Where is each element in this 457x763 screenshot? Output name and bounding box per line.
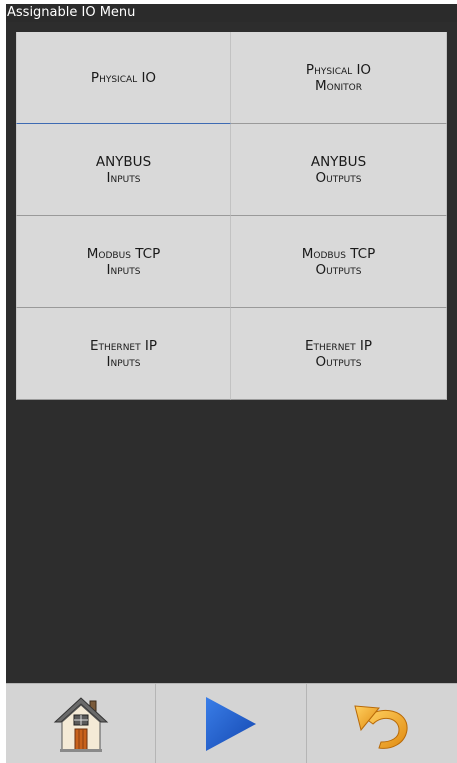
button-label-line1: ANYBUS — [95, 153, 152, 170]
io-menu-grid: Physical IO Physical IO Monitor ANYBUS I… — [16, 32, 447, 400]
button-label-line1: Modbus TCP — [301, 245, 376, 262]
button-label-line1: ANYBUS — [310, 153, 367, 170]
ethernet-ip-outputs-button[interactable]: Ethernet IP Outputs — [231, 308, 447, 400]
play-icon — [203, 695, 259, 753]
button-label-line1: Modbus TCP — [86, 245, 161, 262]
button-label-line1: Physical IO — [305, 61, 372, 78]
anybus-outputs-button[interactable]: ANYBUS Outputs — [231, 124, 447, 216]
ethernet-ip-inputs-button[interactable]: Ethernet IP Inputs — [16, 308, 231, 400]
app-window: Assignable IO Menu Physical IO Physical … — [6, 4, 457, 763]
physical-io-button[interactable]: Physical IO — [16, 32, 231, 124]
undo-icon — [351, 696, 413, 752]
button-label-line2: Inputs — [106, 261, 141, 278]
button-label-line2: Outputs — [315, 261, 362, 278]
modbus-tcp-inputs-button[interactable]: Modbus TCP Inputs — [16, 216, 231, 308]
home-button[interactable] — [6, 683, 155, 763]
button-label-line1: Physical IO — [90, 69, 157, 86]
bottom-toolbar — [6, 683, 457, 763]
button-label-line2: Outputs — [315, 169, 362, 186]
physical-io-monitor-button[interactable]: Physical IO Monitor — [231, 32, 447, 124]
home-icon — [52, 695, 110, 753]
anybus-inputs-button[interactable]: ANYBUS Inputs — [16, 124, 231, 216]
window-title: Assignable IO Menu — [6, 4, 457, 22]
button-label-line1: Ethernet IP — [89, 337, 158, 354]
button-label-line1: Ethernet IP — [304, 337, 373, 354]
undo-button[interactable] — [306, 683, 457, 763]
button-label-line2: Monitor — [315, 77, 362, 94]
button-label-line2: Inputs — [106, 169, 141, 186]
modbus-tcp-outputs-button[interactable]: Modbus TCP Outputs — [231, 216, 447, 308]
button-label-line2: Inputs — [106, 353, 141, 370]
button-label-line2: Outputs — [315, 353, 362, 370]
play-button[interactable] — [155, 683, 306, 763]
